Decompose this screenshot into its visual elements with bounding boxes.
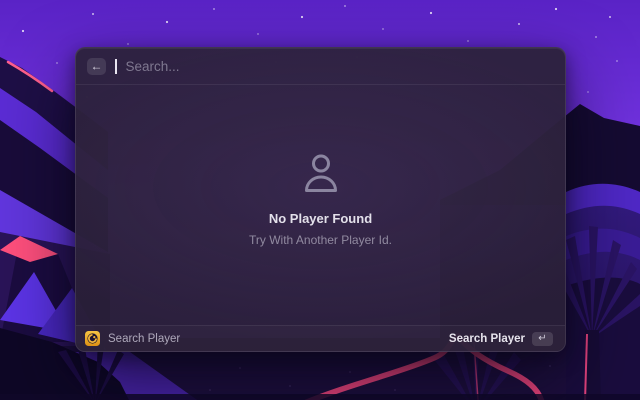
back-button[interactable]: ← bbox=[87, 58, 106, 75]
enter-key-icon: ↵ bbox=[538, 333, 546, 344]
primary-action-label: Search Player bbox=[449, 333, 525, 345]
person-icon bbox=[301, 152, 341, 196]
primary-action-button[interactable]: Search Player ↵ bbox=[446, 330, 556, 348]
desktop: ← No Player Found Try With Another Playe… bbox=[0, 0, 640, 400]
enter-keycap: ↵ bbox=[532, 332, 553, 346]
text-caret bbox=[115, 59, 117, 74]
footer-app: Search Player bbox=[85, 331, 180, 346]
back-arrow-icon: ← bbox=[91, 60, 103, 72]
empty-state-title: No Player Found bbox=[269, 211, 372, 226]
search-input[interactable] bbox=[126, 59, 555, 74]
footer: Search Player Search Player ↵ bbox=[76, 325, 565, 351]
empty-state-subtitle: Try With Another Player Id. bbox=[249, 233, 392, 247]
search-player-app-icon bbox=[85, 331, 100, 346]
search-player-window: ← No Player Found Try With Another Playe… bbox=[75, 47, 566, 352]
empty-state: No Player Found Try With Another Player … bbox=[76, 79, 565, 319]
footer-app-label: Search Player bbox=[108, 333, 180, 345]
